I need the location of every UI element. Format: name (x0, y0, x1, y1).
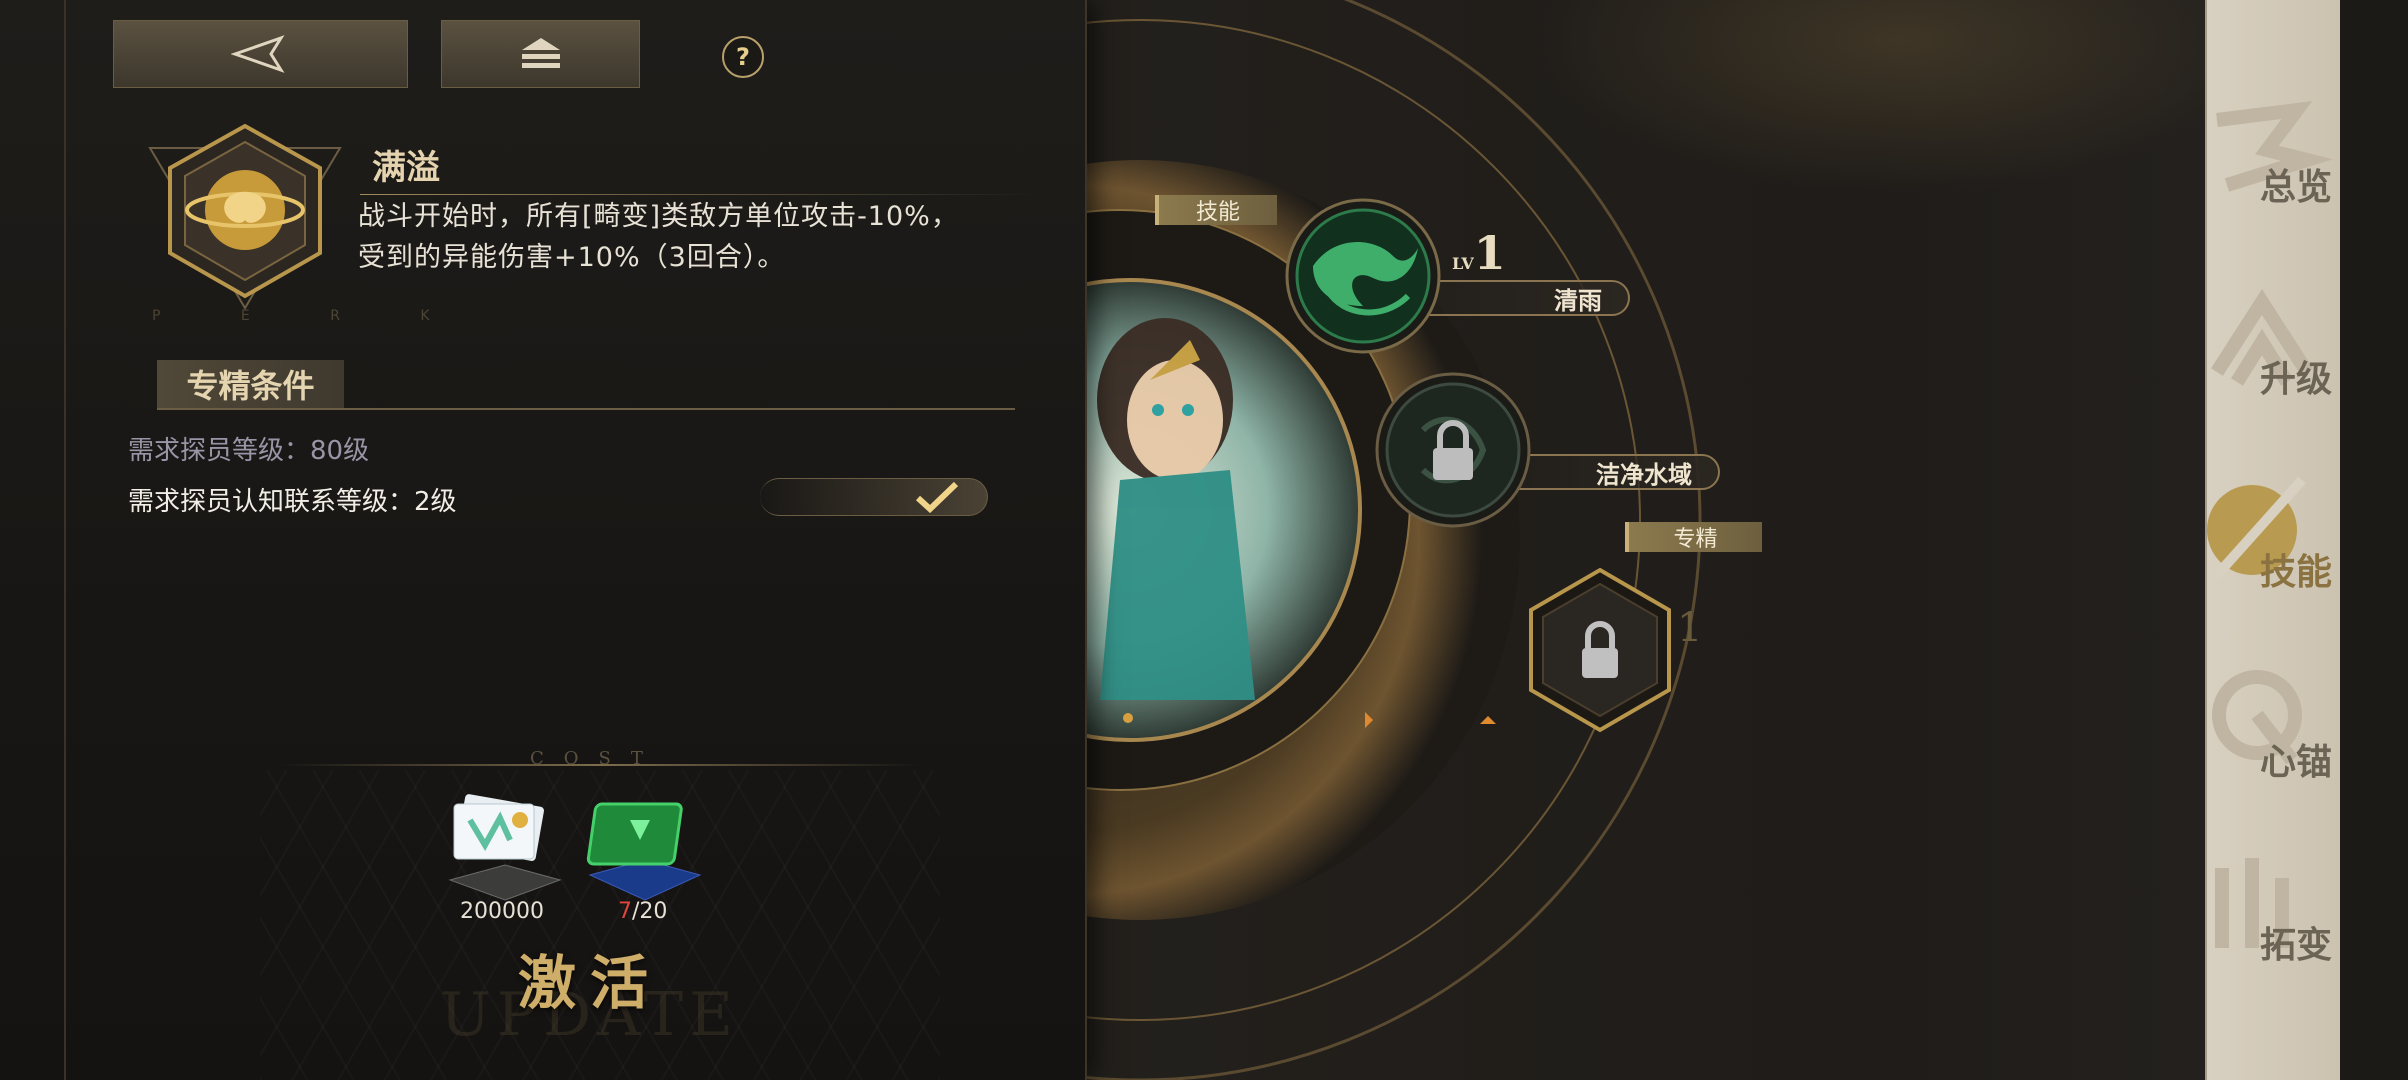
marker-arrow-2 (1480, 716, 1496, 724)
nav-item-anchor[interactable]: 心锚 (2207, 645, 2342, 805)
panel-edge-line (64, 0, 66, 1080)
perk-name: 满溢 (372, 148, 440, 188)
back-triangle-icon (230, 35, 285, 73)
cost-amount-1: 200000 (460, 899, 544, 924)
condition-bond-level: 需求探员认知联系等级：2级 (128, 487, 457, 517)
nav-item-overview[interactable]: 总览 (2207, 70, 2342, 230)
perk-divider (360, 194, 1040, 195)
marker-dot (1123, 713, 1133, 723)
spec-lock-icon[interactable] (1525, 566, 1675, 736)
condition-met-bar (760, 478, 988, 516)
help-button[interactable]: ? (722, 36, 764, 78)
perk-description-line-1: 战斗开始时，所有[畸变]类敌方单位攻击-10%， (358, 201, 959, 232)
spec-level-hint: 1 (1677, 605, 1703, 651)
green-wave-dragon-icon[interactable] (1283, 196, 1443, 356)
skill-level: LV1 (1452, 226, 1506, 280)
home-button[interactable] (441, 20, 640, 88)
activate-button[interactable]: 激活 (518, 936, 662, 1020)
nav-item-upgrade[interactable]: 升级 (2207, 262, 2342, 422)
home-stack-icon (521, 38, 560, 68)
detail-panel: ? P E R K 满溢 战斗开始时，所有[畸变]类敌方单位攻击-10%， 受到… (0, 0, 1087, 1080)
condition-level: 需求探员等级：80级 (128, 436, 370, 466)
conditions-divider (157, 408, 1015, 410)
tag-spec: 专精 (1625, 522, 1762, 552)
perk-description-line-2: 受到的异能伤害+10%（3回合）。 (358, 242, 786, 273)
brain-orbit-icon (148, 123, 342, 310)
perk-description: 战斗开始时，所有[畸变]类敌方单位攻击-10%， 受到的异能伤害+10%（3回合… (358, 196, 1058, 278)
cost-label: COST (530, 748, 663, 769)
right-nav: 总览 升级 技能 心锚 拓变 (2205, 0, 2342, 1080)
lock-icon[interactable] (1373, 370, 1533, 530)
tag-skill: 技能 (1155, 195, 1277, 225)
skill-name-2[interactable]: 洁净水域 (1500, 454, 1720, 490)
back-button[interactable] (113, 20, 408, 88)
cost-amount-2: 7/20 (618, 899, 668, 924)
right-edge (2340, 0, 2408, 1080)
nav-item-transform[interactable]: 拓变 (2207, 828, 2342, 988)
nav-item-skill[interactable]: 技能 (2207, 455, 2342, 615)
conditions-title: 专精条件 (157, 360, 344, 408)
perk-caption: P E R K (152, 308, 468, 324)
checkmark-icon (915, 481, 959, 513)
